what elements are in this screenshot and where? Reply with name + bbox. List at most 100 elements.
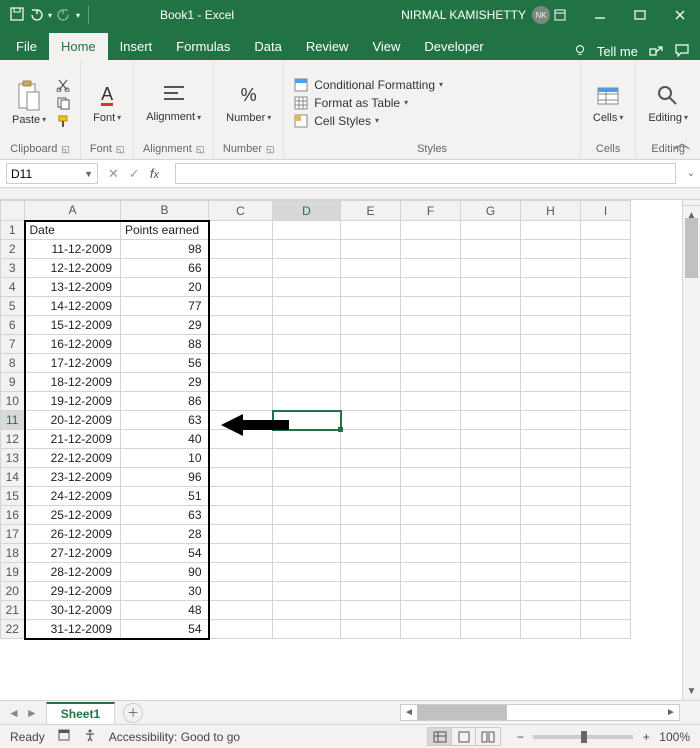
cell-E17[interactable] bbox=[341, 525, 401, 544]
cell-F20[interactable] bbox=[401, 582, 461, 601]
cell-F9[interactable] bbox=[401, 373, 461, 392]
paste-button[interactable]: Paste▾ bbox=[8, 78, 50, 128]
cell-D18[interactable] bbox=[273, 544, 341, 563]
vertical-scrollbar[interactable]: ▲ ▼ bbox=[682, 200, 700, 700]
cell-I13[interactable] bbox=[581, 449, 631, 468]
cell-C3[interactable] bbox=[209, 259, 273, 278]
cell-C20[interactable] bbox=[209, 582, 273, 601]
cell-H11[interactable] bbox=[521, 411, 581, 430]
cell-E3[interactable] bbox=[341, 259, 401, 278]
row-header-6[interactable]: 6 bbox=[1, 316, 25, 335]
cell-A22[interactable]: 31-12-2009 bbox=[25, 620, 121, 639]
sheet-tab-sheet1[interactable]: Sheet1 bbox=[46, 702, 115, 724]
tab-insert[interactable]: Insert bbox=[108, 33, 165, 60]
split-handle[interactable] bbox=[683, 200, 700, 206]
cell-I9[interactable] bbox=[581, 373, 631, 392]
cell-D17[interactable] bbox=[273, 525, 341, 544]
cell-I10[interactable] bbox=[581, 392, 631, 411]
cell-C9[interactable] bbox=[209, 373, 273, 392]
cell-C15[interactable] bbox=[209, 487, 273, 506]
zoom-slider-knob[interactable] bbox=[581, 731, 587, 743]
row-header-10[interactable]: 10 bbox=[1, 392, 25, 411]
cell-D22[interactable] bbox=[273, 620, 341, 639]
editing-button[interactable]: Editing▾ bbox=[644, 80, 692, 126]
cell-F6[interactable] bbox=[401, 316, 461, 335]
row-header-19[interactable]: 19 bbox=[1, 563, 25, 582]
tab-view[interactable]: View bbox=[360, 33, 412, 60]
cell-I2[interactable] bbox=[581, 240, 631, 259]
row-header-5[interactable]: 5 bbox=[1, 297, 25, 316]
cell-I8[interactable] bbox=[581, 354, 631, 373]
cell-B17[interactable]: 28 bbox=[121, 525, 209, 544]
cell-B15[interactable]: 51 bbox=[121, 487, 209, 506]
undo-icon[interactable] bbox=[28, 7, 44, 24]
column-header-G[interactable]: G bbox=[461, 201, 521, 221]
cell-C2[interactable] bbox=[209, 240, 273, 259]
tab-formulas[interactable]: Formulas bbox=[164, 33, 242, 60]
cell-I6[interactable] bbox=[581, 316, 631, 335]
cell-E4[interactable] bbox=[341, 278, 401, 297]
cell-F10[interactable] bbox=[401, 392, 461, 411]
cell-I11[interactable] bbox=[581, 411, 631, 430]
cell-styles-button[interactable]: Cell Styles▾ bbox=[292, 113, 452, 129]
cell-H17[interactable] bbox=[521, 525, 581, 544]
formula-input[interactable] bbox=[175, 163, 676, 184]
cell-D15[interactable] bbox=[273, 487, 341, 506]
cell-D9[interactable] bbox=[273, 373, 341, 392]
cell-F3[interactable] bbox=[401, 259, 461, 278]
cell-F16[interactable] bbox=[401, 506, 461, 525]
cell-F2[interactable] bbox=[401, 240, 461, 259]
cell-B13[interactable]: 10 bbox=[121, 449, 209, 468]
zoom-value[interactable]: 100% bbox=[659, 730, 690, 744]
cell-B14[interactable]: 96 bbox=[121, 468, 209, 487]
undo-dropdown-icon[interactable]: ▾ bbox=[48, 11, 52, 20]
cell-C5[interactable] bbox=[209, 297, 273, 316]
cell-H9[interactable] bbox=[521, 373, 581, 392]
cell-G21[interactable] bbox=[461, 601, 521, 620]
cell-A9[interactable]: 18-12-2009 bbox=[25, 373, 121, 392]
cell-E19[interactable] bbox=[341, 563, 401, 582]
conditional-formatting-button[interactable]: Conditional Formatting▾ bbox=[292, 77, 452, 93]
worksheet-grid[interactable]: ABCDEFGHI1DatePoints earned211-12-200998… bbox=[0, 200, 700, 700]
cell-C13[interactable] bbox=[209, 449, 273, 468]
redo-icon[interactable] bbox=[56, 7, 72, 24]
cell-A1[interactable]: Date bbox=[25, 221, 121, 240]
cell-F13[interactable] bbox=[401, 449, 461, 468]
row-header-4[interactable]: 4 bbox=[1, 278, 25, 297]
macro-record-icon[interactable] bbox=[57, 728, 71, 745]
row-header-16[interactable]: 16 bbox=[1, 506, 25, 525]
tell-me[interactable]: Tell me bbox=[597, 44, 638, 59]
page-layout-view-icon[interactable] bbox=[452, 728, 476, 745]
cell-A10[interactable]: 19-12-2009 bbox=[25, 392, 121, 411]
cell-A3[interactable]: 12-12-2009 bbox=[25, 259, 121, 278]
tab-file[interactable]: File bbox=[4, 33, 49, 60]
cell-G5[interactable] bbox=[461, 297, 521, 316]
font-launcher-icon[interactable]: ◱ bbox=[116, 144, 125, 155]
fx-icon[interactable]: fx bbox=[150, 166, 165, 181]
number-launcher-icon[interactable]: ◱ bbox=[266, 144, 275, 155]
cell-G14[interactable] bbox=[461, 468, 521, 487]
cell-A13[interactable]: 22-12-2009 bbox=[25, 449, 121, 468]
sheet-nav-prev-icon[interactable]: ◄ bbox=[6, 706, 22, 720]
cell-H16[interactable] bbox=[521, 506, 581, 525]
cell-H21[interactable] bbox=[521, 601, 581, 620]
scroll-right-icon[interactable]: ► bbox=[663, 707, 679, 718]
cell-E18[interactable] bbox=[341, 544, 401, 563]
cell-D3[interactable] bbox=[273, 259, 341, 278]
column-header-H[interactable]: H bbox=[521, 201, 581, 221]
cell-I12[interactable] bbox=[581, 430, 631, 449]
cell-C1[interactable] bbox=[209, 221, 273, 240]
cell-D4[interactable] bbox=[273, 278, 341, 297]
cell-I3[interactable] bbox=[581, 259, 631, 278]
alignment-launcher-icon[interactable]: ◱ bbox=[196, 144, 205, 155]
cell-C21[interactable] bbox=[209, 601, 273, 620]
cell-B9[interactable]: 29 bbox=[121, 373, 209, 392]
cell-F4[interactable] bbox=[401, 278, 461, 297]
row-header-12[interactable]: 12 bbox=[1, 430, 25, 449]
cell-B21[interactable]: 48 bbox=[121, 601, 209, 620]
cell-F19[interactable] bbox=[401, 563, 461, 582]
enter-formula-icon[interactable]: ✓ bbox=[129, 166, 140, 182]
cell-I15[interactable] bbox=[581, 487, 631, 506]
cell-B7[interactable]: 88 bbox=[121, 335, 209, 354]
row-header-14[interactable]: 14 bbox=[1, 468, 25, 487]
